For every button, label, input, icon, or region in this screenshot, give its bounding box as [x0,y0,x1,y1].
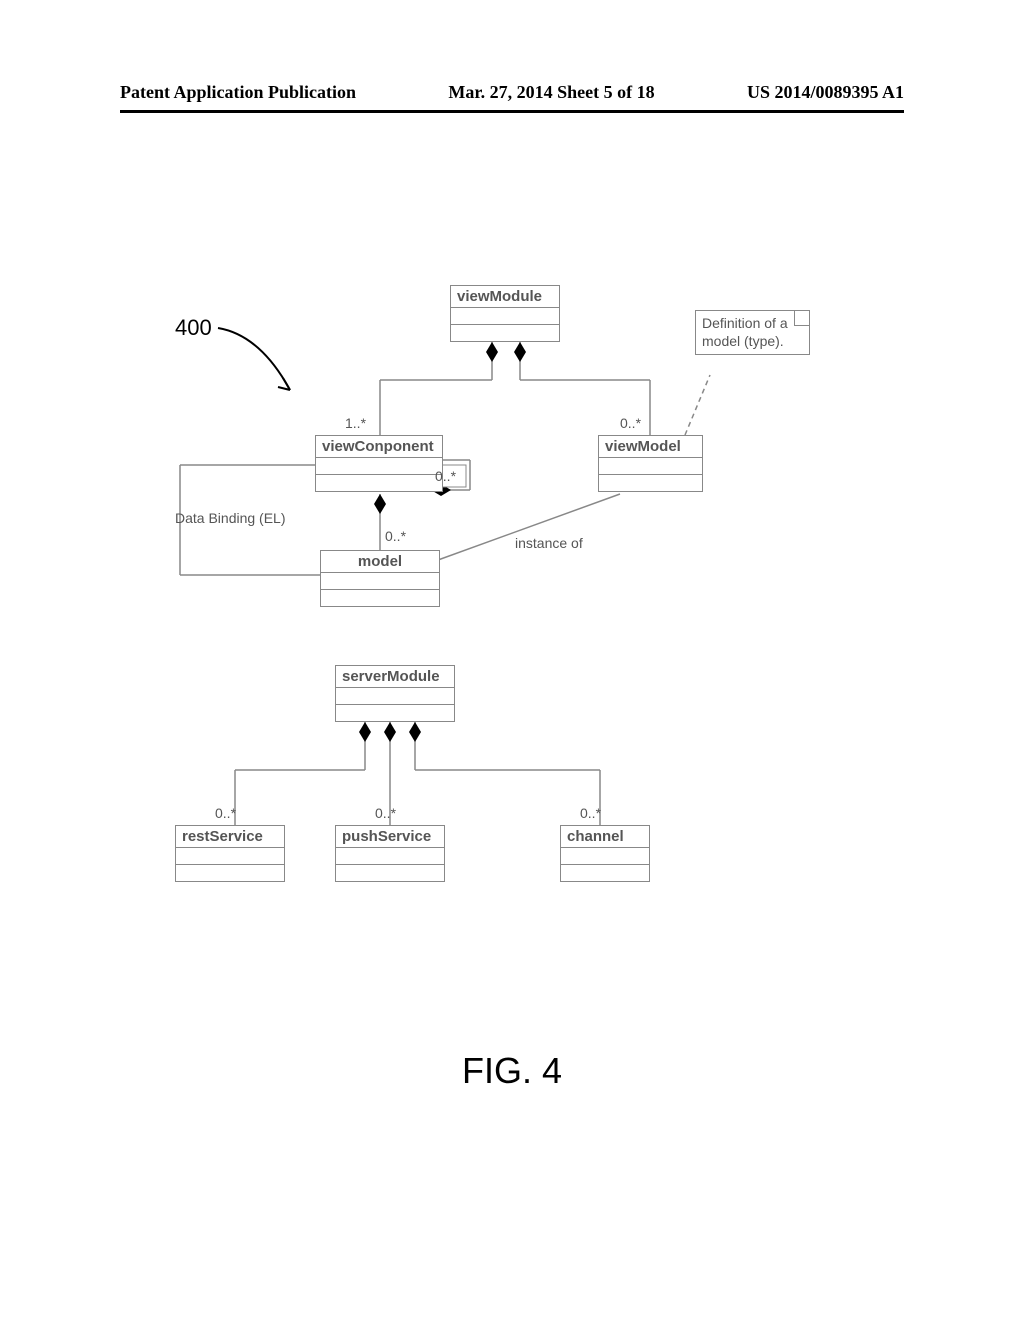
uml-class-restservice: restService [175,825,285,882]
uml-class-viewmodel: viewModel [598,435,703,492]
multiplicity-label: 0..* [385,528,406,544]
uml-class-pushservice: pushService [335,825,445,882]
uml-class-channel: channel [560,825,650,882]
multiplicity-label: 0..* [375,805,396,821]
multiplicity-label: 1..* [345,415,366,431]
uml-class-title: viewModule [451,286,559,308]
multiplicity-label: 0..* [580,805,601,821]
uml-class-viewcomponent: viewConponent [315,435,443,492]
header-rule [120,110,904,113]
header-left: Patent Application Publication [120,82,356,103]
uml-note: Definition of a model (type). [695,310,810,355]
multiplicity-label: 0..* [215,805,236,821]
instance-of-label: instance of [515,535,583,551]
uml-class-title: serverModule [336,666,454,688]
data-binding-label: Data Binding (EL) [175,510,286,526]
uml-class-title: viewConponent [316,436,442,458]
figure-caption: FIG. 4 [0,1050,1024,1092]
uml-class-viewmodule: viewModule [450,285,560,342]
uml-class-title: restService [176,826,284,848]
diagram-canvas: 400 [120,260,904,1020]
uml-class-title: model [321,551,439,573]
uml-class-model: model [320,550,440,607]
note-text: Definition of a model (type). [702,315,788,349]
header-right: US 2014/0089395 A1 [747,82,904,103]
uml-class-servermodule: serverModule [335,665,455,722]
multiplicity-label: 0..* [620,415,641,431]
header-center: Mar. 27, 2014 Sheet 5 of 18 [448,82,654,103]
reference-number: 400 [175,315,212,341]
uml-class-title: channel [561,826,649,848]
multiplicity-label: 0..* [435,468,456,484]
uml-class-title: viewModel [599,436,702,458]
uml-class-title: pushService [336,826,444,848]
connector-lines [120,260,904,1020]
patent-header: Patent Application Publication Mar. 27, … [0,82,1024,109]
